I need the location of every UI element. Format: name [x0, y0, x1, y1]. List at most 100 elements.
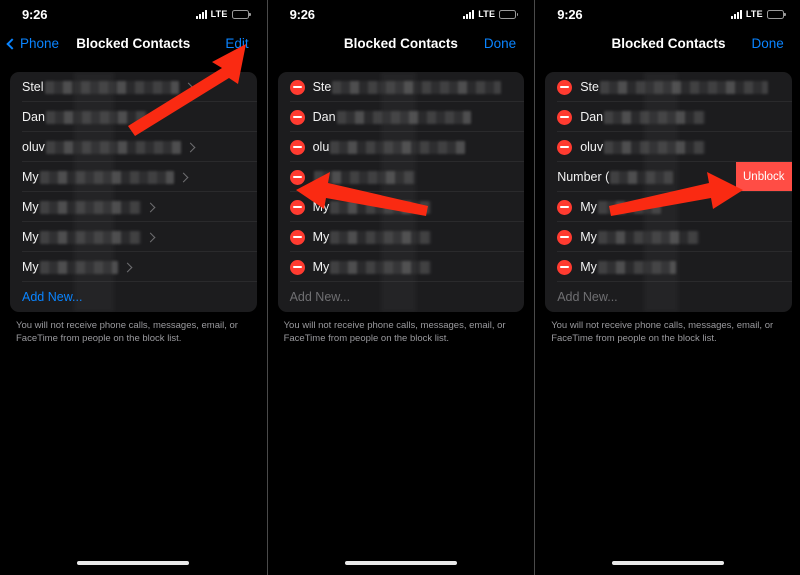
delete-minus-icon[interactable]: [557, 259, 573, 275]
redacted-contact-detail: [45, 140, 181, 154]
redacted-contact-detail: [313, 170, 415, 184]
table-row[interactable]: My: [278, 252, 525, 282]
status-time: 9:26: [22, 7, 48, 22]
network-type-label: LTE: [210, 9, 228, 19]
redacted-contact-detail: [336, 110, 472, 124]
redacted-contact-detail: [39, 230, 141, 244]
delete-minus-icon[interactable]: [289, 79, 305, 95]
block-list-footer-note: You will not receive phone calls, messag…: [283, 320, 506, 344]
contact-name: My: [580, 230, 597, 244]
table-row[interactable]: Stel: [10, 72, 257, 102]
contact-name: Ste: [312, 80, 332, 94]
blocked-contacts-list: Stel Dan oluv My My My My Add New...: [10, 72, 257, 312]
table-row[interactable]: My: [10, 252, 257, 282]
battery-low-power-icon: [499, 9, 519, 19]
redacted-contact-detail: [330, 200, 432, 214]
table-row[interactable]: olu: [278, 132, 525, 162]
edit-button[interactable]: Edit: [225, 36, 248, 51]
redacted-contact-detail: [330, 260, 432, 274]
contact-name: Number (: [557, 170, 610, 184]
delete-minus-icon[interactable]: [289, 109, 305, 125]
contact-name: My: [22, 230, 39, 244]
redacted-contact-detail: [597, 260, 677, 274]
chevron-right-icon: [145, 232, 156, 242]
delete-minus-icon[interactable]: [289, 199, 305, 215]
table-row-swiped[interactable]: Number ( Unblock: [545, 162, 792, 192]
add-new-label: Add New...: [557, 290, 618, 304]
done-button[interactable]: Done: [484, 36, 516, 51]
home-indicator: [612, 561, 725, 565]
status-time: 9:26: [289, 7, 315, 22]
blocked-contacts-list: Ste Dan olu My My My Add New...: [277, 72, 525, 312]
cellular-signal-icon: [463, 9, 475, 19]
delete-minus-icon[interactable]: [557, 109, 573, 125]
table-row[interactable]: Ste: [278, 72, 525, 102]
status-bar: 9:26 LTE: [268, 0, 535, 30]
delete-minus-icon[interactable]: [557, 229, 573, 245]
redacted-contact-detail: [330, 230, 432, 244]
table-row[interactable]: oluv: [10, 132, 257, 162]
redacted-contact-detail: [44, 80, 180, 94]
redacted-contact-detail: [604, 140, 706, 154]
unblock-button[interactable]: Unblock: [735, 162, 792, 192]
table-row[interactable]: My: [545, 252, 792, 282]
delete-minus-icon[interactable]: [557, 199, 573, 215]
delete-minus-icon[interactable]: [557, 79, 573, 95]
navigation-bar: Phone Blocked Contacts Edit: [0, 30, 267, 62]
navigation-bar: Blocked Contacts Done: [535, 30, 800, 62]
table-row[interactable]: Dan: [10, 102, 257, 132]
contact-name: Dan: [22, 110, 45, 124]
contact-name: Dan: [312, 110, 336, 124]
contact-name: olu: [312, 140, 330, 154]
panel-swipe-unblock: 9:26 LTE Blocked Contacts Done Ste Dan o…: [534, 0, 800, 575]
redacted-contact-detail: [332, 80, 501, 94]
status-time: 9:26: [557, 7, 583, 22]
table-row[interactable]: Ste: [545, 72, 792, 102]
panel-edit-mode: 9:26 LTE Blocked Contacts Done Ste Dan o…: [266, 0, 535, 575]
block-list-footer-note: You will not receive phone calls, messag…: [16, 320, 238, 344]
delete-minus-icon[interactable]: [289, 139, 305, 155]
table-row[interactable]: [278, 162, 525, 192]
table-row[interactable]: My: [10, 222, 257, 252]
status-bar: 9:26 LTE: [535, 0, 800, 30]
network-type-label: LTE: [478, 9, 496, 19]
contact-name: My: [580, 200, 597, 214]
blocked-contacts-list: Ste Dan oluv Number ( Unblock My My My A…: [545, 72, 792, 312]
table-row[interactable]: Dan: [278, 102, 525, 132]
redacted-contact-detail: [599, 80, 769, 94]
add-new-button[interactable]: Add New...: [545, 282, 792, 312]
home-indicator: [344, 561, 457, 565]
table-row[interactable]: My: [278, 192, 525, 222]
contact-name: oluv: [580, 140, 604, 154]
chevron-right-icon: [183, 82, 194, 92]
cellular-signal-icon: [195, 9, 207, 19]
table-row[interactable]: Dan: [545, 102, 792, 132]
delete-minus-icon[interactable]: [289, 259, 305, 275]
add-new-button[interactable]: Add New...: [278, 282, 525, 312]
panel-view-mode: 9:26 LTE Phone Blocked Contacts Edit Ste…: [0, 0, 267, 575]
add-new-button[interactable]: Add New...: [10, 282, 257, 312]
contact-name: My: [22, 200, 39, 214]
contact-name: My: [312, 260, 330, 274]
add-new-label: Add New...: [289, 290, 351, 304]
chevron-right-icon: [178, 172, 189, 182]
battery-low-power-icon: [231, 9, 251, 19]
delete-minus-icon[interactable]: [557, 139, 573, 155]
status-indicators: LTE: [195, 9, 251, 19]
delete-minus-icon[interactable]: [289, 169, 305, 185]
table-row[interactable]: My: [545, 192, 792, 222]
contact-name: My: [22, 170, 39, 184]
three-panel-screenshot-comparison: 9:26 LTE Phone Blocked Contacts Edit Ste…: [0, 0, 800, 575]
table-row[interactable]: My: [545, 222, 792, 252]
delete-minus-icon[interactable]: [289, 229, 305, 245]
redacted-contact-detail: [45, 110, 147, 124]
contact-name: Dan: [580, 110, 604, 124]
redacted-contact-detail: [604, 110, 706, 124]
table-row[interactable]: My: [10, 192, 257, 222]
table-row[interactable]: My: [278, 222, 525, 252]
done-button[interactable]: Done: [752, 36, 784, 51]
network-type-label: LTE: [745, 9, 763, 19]
table-row[interactable]: My: [10, 162, 257, 192]
redacted-contact-detail: [39, 170, 175, 184]
table-row[interactable]: oluv: [545, 132, 792, 162]
